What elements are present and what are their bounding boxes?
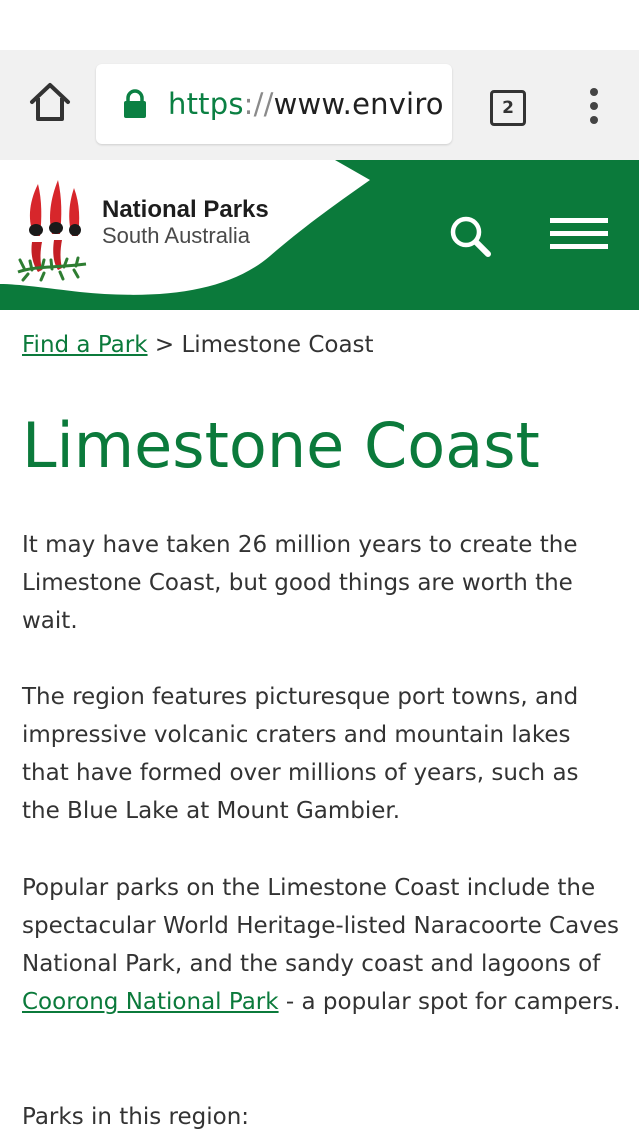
brand-subtitle: South Australia — [102, 223, 250, 248]
region-paragraph: The region features picturesque port tow… — [22, 684, 579, 824]
url-host: www.enviro — [273, 87, 444, 121]
main-menu-button[interactable] — [548, 214, 610, 254]
overflow-menu-icon — [590, 88, 598, 124]
intro-paragraph: It may have taken 26 million years to cr… — [22, 532, 578, 634]
url-text: https://www.enviro — [168, 84, 444, 124]
browser-toolbar: https://www.enviro 2 — [0, 50, 639, 160]
breadcrumb-find-a-park-link[interactable]: Find a Park — [22, 332, 148, 358]
home-icon — [30, 83, 70, 121]
browser-menu-button[interactable] — [582, 86, 606, 126]
brand-title: National Parks — [102, 196, 269, 223]
popular-parks-text-end: - a popular spot for campers. — [278, 989, 621, 1015]
tabs-icon: 2 — [502, 98, 514, 118]
home-button[interactable] — [26, 78, 74, 126]
breadcrumb: Find a Park > Limestone Coast — [22, 332, 374, 358]
lock-icon — [124, 89, 146, 118]
hamburger-icon — [550, 218, 608, 249]
address-bar[interactable]: https://www.enviro — [96, 64, 452, 144]
search-icon — [450, 216, 491, 257]
search-button[interactable] — [446, 212, 496, 262]
page-title: Limestone Coast — [22, 409, 540, 482]
coorong-national-park-link[interactable]: Coorong National Park — [22, 989, 279, 1015]
tab-switcher-button[interactable]: 2 — [490, 90, 526, 126]
site-header: National Parks South Australia — [0, 160, 639, 310]
url-separator: :// — [243, 87, 274, 121]
popular-parks-text-start: Popular parks on the Limestone Coast inc… — [22, 875, 619, 977]
popular-parks-paragraph: Popular parks on the Limestone Coast inc… — [22, 869, 622, 1021]
parks-in-region-heading: Parks in this region: — [22, 1104, 250, 1130]
sturt-desert-pea-logo-icon — [17, 180, 87, 282]
status-bar — [0, 0, 639, 50]
breadcrumb-separator: > — [154, 332, 175, 358]
breadcrumb-current: Limestone Coast — [181, 332, 374, 358]
url-scheme: https — [168, 87, 244, 121]
